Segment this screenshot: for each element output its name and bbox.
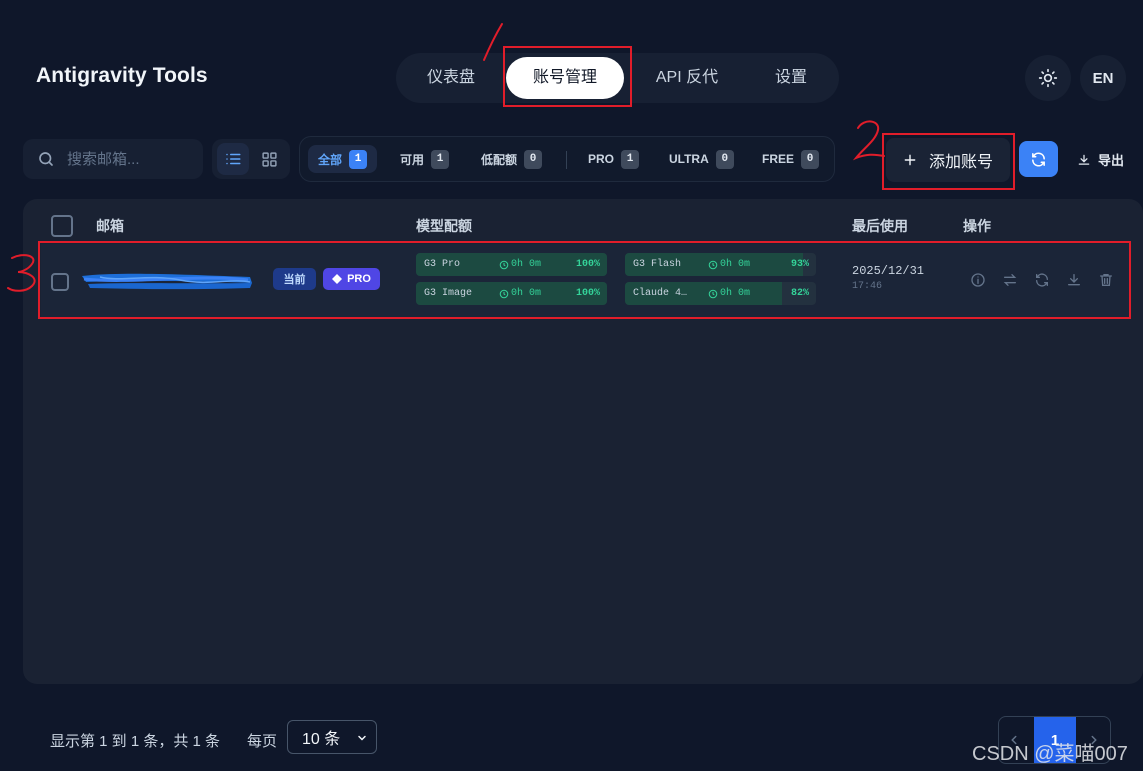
header-email: 邮箱 xyxy=(96,218,124,234)
per-page-select[interactable]: 10 条 xyxy=(287,720,377,754)
filter-all[interactable]: 全部 1 xyxy=(308,145,378,173)
refresh-icon xyxy=(1032,151,1045,167)
sun-icon xyxy=(1038,68,1058,88)
filter-count: 0 xyxy=(524,149,543,169)
tab-api-proxy[interactable]: API 反代 xyxy=(644,53,730,103)
filter-count: 1 xyxy=(349,149,368,169)
app-title: Antigravity Tools xyxy=(36,64,208,87)
annotation-number-2 xyxy=(852,120,885,161)
search-icon xyxy=(39,152,53,166)
chevron-down-icon xyxy=(358,735,366,741)
pagination-summary: 显示第 1 到 1 条，共 1 条 xyxy=(50,733,221,750)
filter-label: ULTRA xyxy=(669,152,709,166)
view-mode-toggle xyxy=(212,139,290,179)
filter-label: FREE xyxy=(762,152,795,166)
filter-pro[interactable]: PRO 1 xyxy=(588,145,640,173)
export-label: 导出 xyxy=(1098,153,1125,168)
filter-label: 低配额 xyxy=(481,152,518,167)
per-page-value: 10 条 xyxy=(302,731,341,748)
annotation-box-1 xyxy=(503,46,632,107)
filter-count: 0 xyxy=(801,149,820,169)
language-button[interactable]: EN xyxy=(1080,55,1126,101)
annotation-number-1 xyxy=(483,23,503,61)
filter-count: 1 xyxy=(621,149,640,169)
list-view-button[interactable] xyxy=(217,143,249,175)
filter-label: PRO xyxy=(588,152,615,166)
annotation-box-2 xyxy=(882,133,1015,190)
annotation-box-3 xyxy=(38,241,1131,319)
search-box[interactable] xyxy=(23,139,203,179)
header-actions: 操作 xyxy=(963,218,991,234)
select-all-checkbox[interactable] xyxy=(51,215,73,237)
per-page-label: 每页 xyxy=(247,733,278,750)
filter-divider xyxy=(566,151,567,169)
download-icon xyxy=(1078,154,1090,165)
theme-toggle-button[interactable] xyxy=(1025,55,1071,101)
filter-label: 可用 xyxy=(400,152,425,167)
filter-label: 全部 xyxy=(318,152,343,167)
grid-icon xyxy=(261,151,277,167)
search-input[interactable] xyxy=(65,149,199,169)
tab-settings[interactable]: 设置 xyxy=(752,53,830,103)
annotation-number-3 xyxy=(7,254,36,292)
list-icon xyxy=(226,153,241,165)
refresh-all-button[interactable] xyxy=(1019,141,1058,177)
header-quota: 模型配额 xyxy=(416,218,472,234)
export-button[interactable]: 导出 xyxy=(1077,150,1124,169)
filter-available[interactable]: 可用 1 xyxy=(400,145,450,173)
header-last-used: 最后使用 xyxy=(852,218,908,234)
filter-free[interactable]: FREE 0 xyxy=(762,145,820,173)
filter-count: 1 xyxy=(431,149,450,169)
grid-view-button[interactable] xyxy=(253,143,285,175)
filter-bar: 全部 1 可用 1 低配额 0 PRO 1 ULTRA 0 FREE 0 xyxy=(299,136,835,182)
filter-ultra[interactable]: ULTRA 0 xyxy=(669,145,734,173)
filter-count: 0 xyxy=(715,149,734,169)
filter-low-quota[interactable]: 低配额 0 xyxy=(481,145,543,173)
watermark: CSDN @菜喵007 xyxy=(972,743,1128,765)
